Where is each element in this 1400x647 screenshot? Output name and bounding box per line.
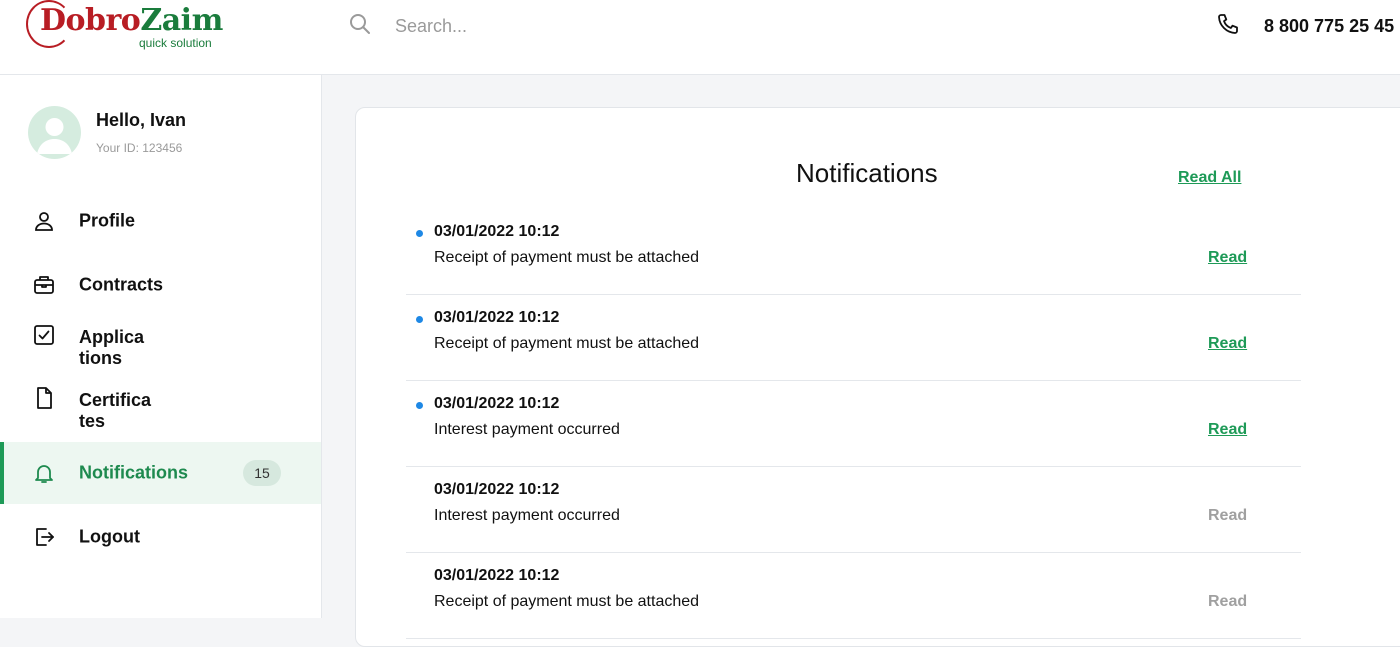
bell-icon (32, 461, 56, 485)
notification-text: Interest payment occurred (434, 421, 620, 438)
sidebar-item-profile[interactable]: Profile (0, 190, 321, 252)
sidebar-item-contracts[interactable]: Contracts (0, 254, 321, 316)
search-icon[interactable] (348, 12, 372, 41)
sidebar-item-label: Notifications (79, 462, 189, 483)
mark-read-link[interactable]: Read (1208, 421, 1247, 439)
unread-dot (416, 230, 423, 237)
user-card: Hello, Ivan Your ID: 123456 (28, 106, 308, 160)
sidebar-item-label: Contracts (79, 274, 164, 295)
unread-dot (416, 316, 423, 323)
search-input[interactable] (395, 15, 795, 37)
sidebar-item-label: Logout (79, 526, 140, 547)
unread-dot (416, 402, 423, 409)
notification-text: Receipt of payment must be attached (434, 249, 700, 266)
checkbox-icon (32, 323, 56, 347)
logout-icon (32, 525, 56, 549)
read-status-label: Read (1208, 507, 1248, 524)
sidebar-item-label: Profile (79, 210, 136, 231)
logo-wordmark: DobroZaim (40, 3, 223, 38)
avatar[interactable] (28, 106, 81, 159)
document-icon (32, 386, 56, 410)
page-title: Notifications (796, 158, 938, 188)
notification-text: Receipt of payment must be attached (434, 593, 700, 610)
notification-date: 03/01/2022 10:12 (434, 481, 560, 498)
sidebar-item-label: Applica tions (79, 327, 145, 368)
sidebar: Hello, Ivan Your ID: 123456 Profile Cont… (0, 75, 322, 618)
phone-number[interactable]: 8 800 775 25 45 (1264, 16, 1394, 37)
notifications-card: Notifications Read All 03/01/2022 10:12 … (355, 107, 1400, 647)
notification-text: Receipt of payment must be attached (434, 335, 700, 352)
sidebar-item-label: Certifica tes (79, 390, 152, 431)
notification-count-badge: 15 (243, 460, 281, 486)
search-bar (348, 12, 848, 40)
sidebar-item-notifications[interactable]: Notifications 15 (0, 442, 321, 504)
sidebar-item-logout[interactable]: Logout (0, 506, 321, 568)
sidebar-item-applications[interactable]: Applica tions (0, 317, 321, 379)
notification-date: 03/01/2022 10:12 (434, 223, 560, 240)
notification-date: 03/01/2022 10:12 (434, 309, 560, 326)
notification-item: 03/01/2022 10:12 Receipt of payment must… (406, 295, 1301, 381)
read-all-link[interactable]: Read All (1178, 169, 1241, 187)
mark-read-link[interactable]: Read (1208, 335, 1247, 353)
logo[interactable]: DobroZaim quick solution (26, 0, 226, 52)
read-status-label: Read (1208, 593, 1248, 610)
logo-wordmark-dobro: Dobro (40, 3, 141, 38)
notification-item: 03/01/2022 10:12 Receipt of payment must… (406, 553, 1301, 639)
mark-read-link[interactable]: Read (1208, 249, 1247, 267)
phone-contact[interactable]: 8 800 775 25 45 (1216, 12, 1394, 40)
phone-icon (1216, 12, 1240, 41)
notification-item: 03/01/2022 10:12 Receipt of payment must… (406, 209, 1301, 295)
notification-date: 03/01/2022 10:12 (434, 395, 560, 412)
briefcase-icon (32, 273, 56, 297)
sidebar-item-certificates[interactable]: Certifica tes (0, 380, 321, 442)
notification-item: 03/01/2022 10:12 Interest payment occurr… (406, 467, 1301, 553)
notification-text: Interest payment occurred (434, 507, 620, 524)
notification-item: 03/01/2022 10:12 Interest payment occurr… (406, 381, 1301, 467)
user-id: Your ID: 123456 (96, 141, 183, 155)
logo-tagline: quick solution (139, 36, 212, 50)
notification-date: 03/01/2022 10:12 (434, 567, 560, 584)
person-icon (32, 209, 56, 233)
top-header: DobroZaim quick solution 8 800 775 25 45 (0, 0, 1400, 75)
logo-wordmark-zaim: Zaim (140, 3, 223, 38)
user-greeting: Hello, Ivan (96, 110, 187, 130)
